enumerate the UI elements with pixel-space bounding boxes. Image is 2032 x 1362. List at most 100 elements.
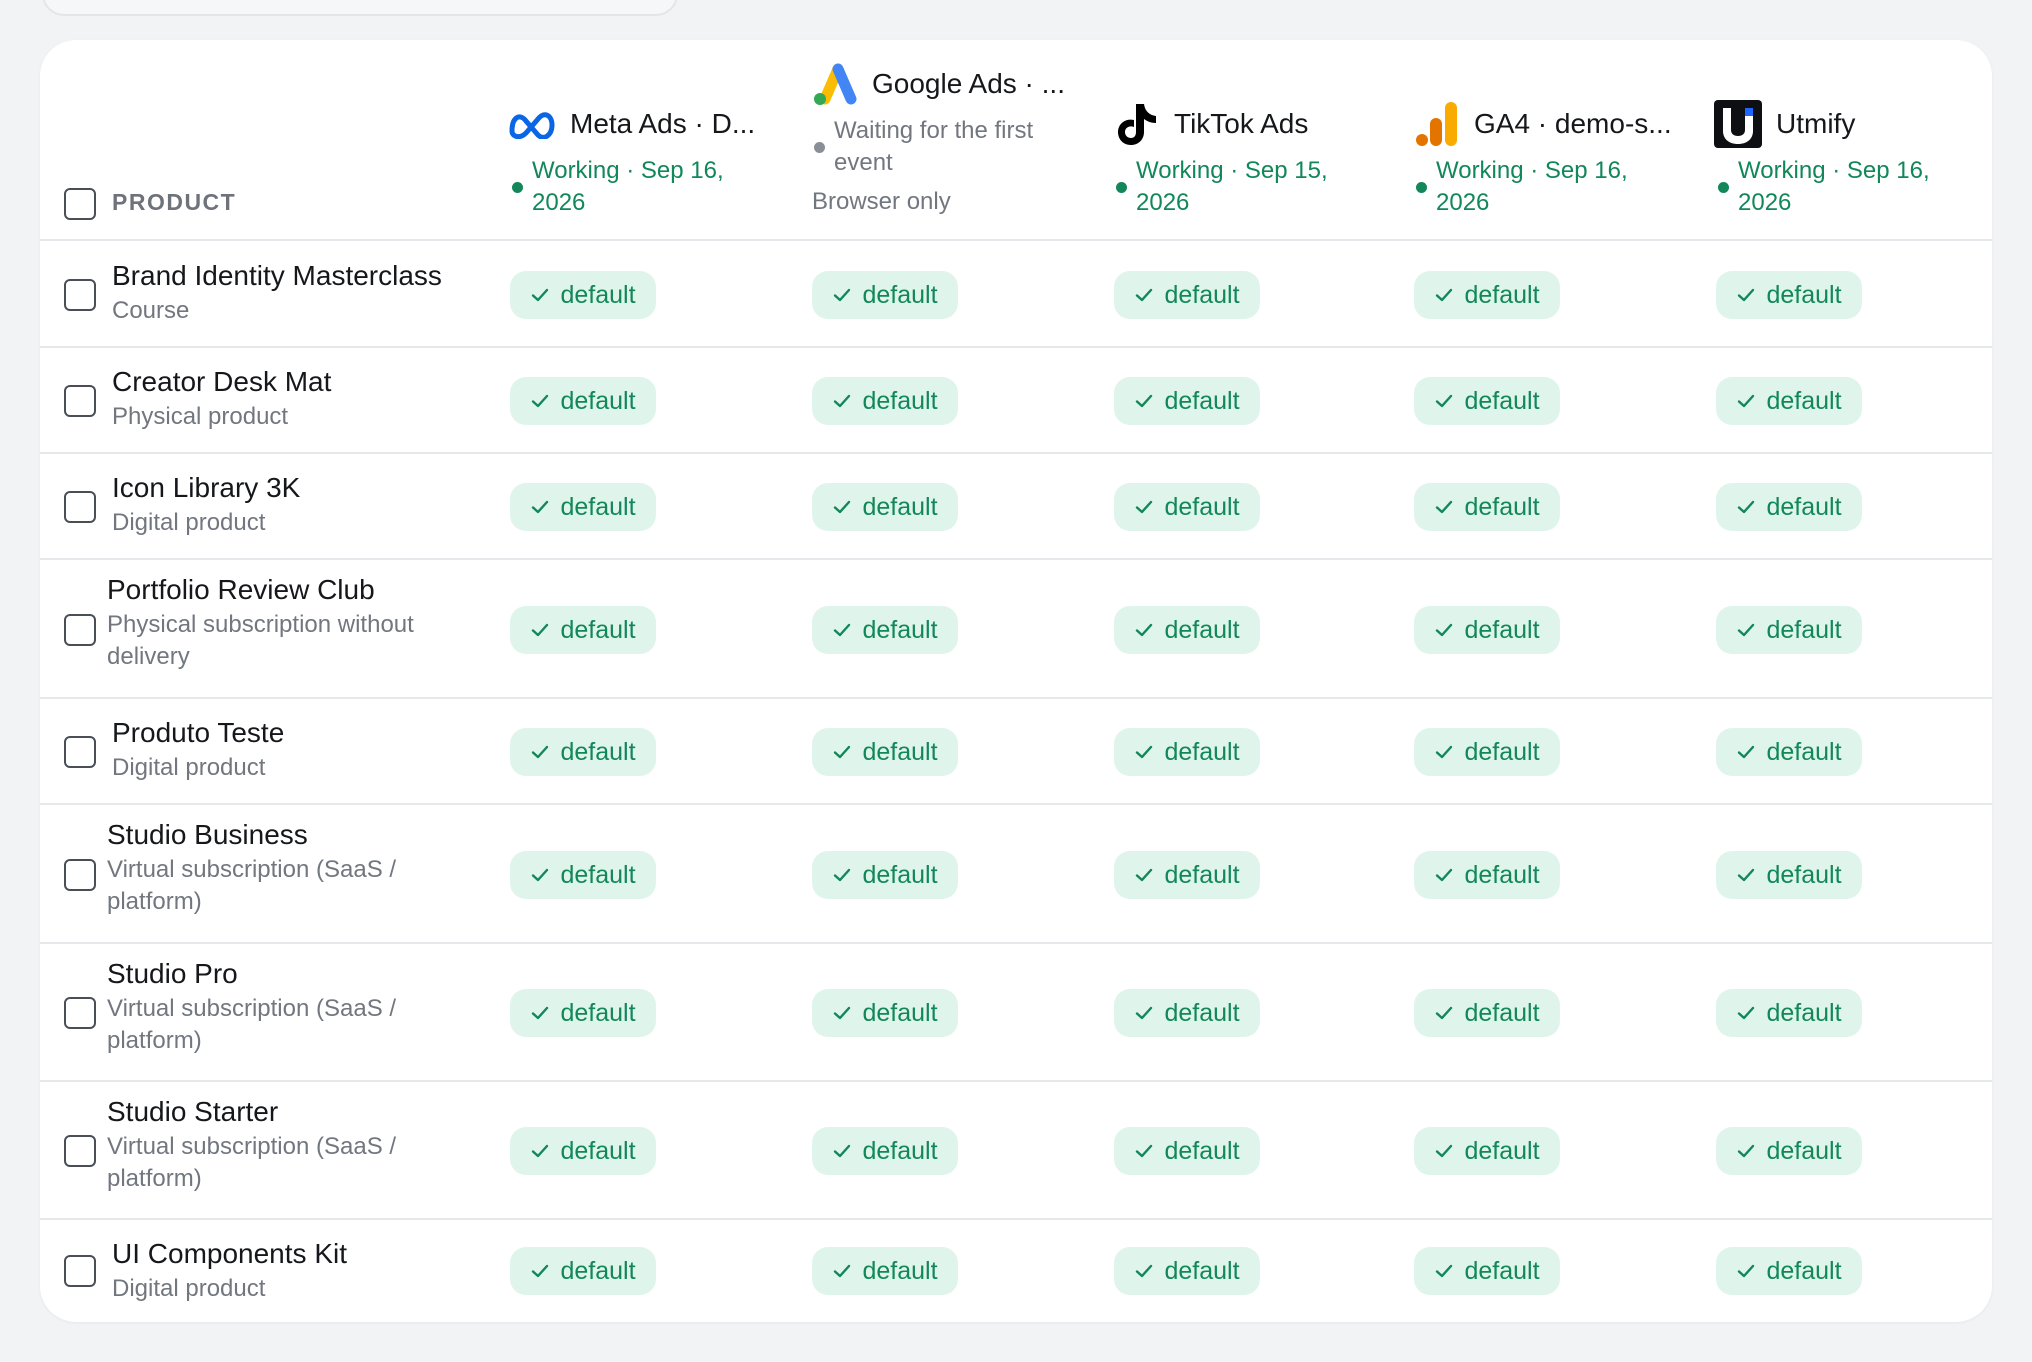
default-mapping-badge[interactable]: default [1114,1247,1260,1295]
default-mapping-badge[interactable]: default [812,271,958,319]
default-mapping-badge[interactable]: default [1114,271,1260,319]
table-row: UI Components Kit Digital product default d… [40,1220,1992,1322]
default-mapping-badge[interactable]: default [1414,483,1560,531]
product-type: Virtual subscription (SaaS / platform) [107,856,397,915]
default-mapping-badge[interactable]: default [1414,1127,1560,1175]
column-utmify[interactable]: Utmify Working · Sep 16, 2026 [1714,40,1992,240]
column-google-ads[interactable]: Google Ads · ... Waiting for the first e… [810,40,1100,240]
product-name: Icon Library 3K [112,472,301,503]
default-mapping-badge[interactable]: default [1716,989,1862,1037]
badge-label: default [862,615,938,644]
column-tiktok-ads[interactable]: TikTok Ads Working · Sep 15, 2026 [1112,40,1402,240]
check-icon [1134,285,1154,305]
default-mapping-badge[interactable]: default [1716,1247,1862,1295]
default-mapping-badge[interactable]: default [1114,851,1260,899]
check-icon [1434,497,1454,517]
default-mapping-badge[interactable]: default [510,377,656,425]
row-checkbox[interactable] [64,859,96,891]
default-mapping-badge[interactable]: default [1114,728,1260,776]
product-name: Brand Identity Masterclass [112,260,442,291]
badge-label: default [1766,615,1842,644]
badge-label: default [560,737,636,766]
product-name: UI Components Kit [112,1238,347,1269]
default-mapping-badge[interactable]: default [1716,377,1862,425]
check-icon [1736,865,1756,885]
default-mapping-badge[interactable]: default [812,483,958,531]
default-mapping-badge[interactable]: default [510,1127,656,1175]
default-mapping-badge[interactable]: default [1414,728,1560,776]
badge-label: default [862,737,938,766]
default-mapping-badge[interactable]: default [510,483,656,531]
check-icon [1434,285,1454,305]
badge-label: default [1464,860,1540,889]
default-mapping-badge[interactable]: default [510,606,656,654]
badge-label: default [1766,492,1842,521]
badge-label: default [1464,737,1540,766]
badge-label: default [560,280,636,309]
product-type: Digital product [112,754,266,781]
status-dot [814,142,825,153]
column-title: TikTok Ads [1174,108,1309,139]
check-icon [530,1141,550,1161]
default-mapping-badge[interactable]: default [1716,728,1862,776]
default-mapping-badge[interactable]: default [1716,1127,1862,1175]
default-mapping-badge[interactable]: default [1414,1247,1560,1295]
default-mapping-badge[interactable]: default [510,271,656,319]
default-mapping-badge[interactable]: default [1716,606,1862,654]
default-mapping-badge[interactable]: default [1414,989,1560,1037]
default-mapping-badge[interactable]: default [510,1247,656,1295]
check-icon [530,285,550,305]
default-mapping-badge[interactable]: default [1716,851,1862,899]
default-mapping-badge[interactable]: default [1114,1127,1260,1175]
status-dot [1718,182,1729,193]
default-mapping-badge[interactable]: default [812,851,958,899]
default-mapping-badge[interactable]: default [1716,483,1862,531]
row-checkbox[interactable] [64,385,96,417]
row-checkbox[interactable] [64,736,96,768]
check-icon [1736,497,1756,517]
default-mapping-badge[interactable]: default [1414,271,1560,319]
default-mapping-badge[interactable]: default [812,1247,958,1295]
row-checkbox[interactable] [64,614,96,646]
row-checkbox[interactable] [64,997,96,1029]
default-mapping-badge[interactable]: default [812,1127,958,1175]
default-mapping-badge[interactable]: default [1114,483,1260,531]
row-checkbox[interactable] [64,279,96,311]
google-ads-icon [810,60,858,108]
badge-label: default [1766,280,1842,309]
row-checkbox[interactable] [64,1255,96,1287]
default-mapping-badge[interactable]: default [812,728,958,776]
utmify-icon [1714,100,1762,148]
check-icon [1134,497,1154,517]
default-mapping-badge[interactable]: default [510,989,656,1037]
row-checkbox[interactable] [64,1135,96,1167]
table-row: Studio Starter Virtual subscription (SaaS… [40,1082,1992,1220]
check-icon [1134,620,1154,640]
check-icon [1134,1141,1154,1161]
badge-label: default [1164,1256,1240,1285]
check-icon [1134,742,1154,762]
default-mapping-badge[interactable]: default [812,606,958,654]
default-mapping-badge[interactable]: default [1716,271,1862,319]
status-dot [512,182,523,193]
default-mapping-badge[interactable]: default [1414,851,1560,899]
badge-label: default [1164,280,1240,309]
column-ga4[interactable]: GA4 · demo-s... Working · Sep 16, 2026 [1412,40,1702,240]
row-checkbox[interactable] [64,491,96,523]
badge-label: default [862,386,938,415]
column-meta-ads[interactable]: Meta Ads · D... Working · Sep 16, 2026 [508,40,798,240]
check-icon [1434,1003,1454,1023]
default-mapping-badge[interactable]: default [510,851,656,899]
default-mapping-badge[interactable]: default [1114,606,1260,654]
check-icon [832,285,852,305]
default-mapping-badge[interactable]: default [1414,377,1560,425]
default-mapping-badge[interactable]: default [510,728,656,776]
default-mapping-badge[interactable]: default [1114,989,1260,1037]
default-mapping-badge[interactable]: default [812,989,958,1037]
default-mapping-badge[interactable]: default [1414,606,1560,654]
search-bar[interactable] [42,0,678,16]
select-all-checkbox[interactable] [64,188,96,220]
default-mapping-badge[interactable]: default [1114,377,1260,425]
check-icon [1434,742,1454,762]
default-mapping-badge[interactable]: default [812,377,958,425]
